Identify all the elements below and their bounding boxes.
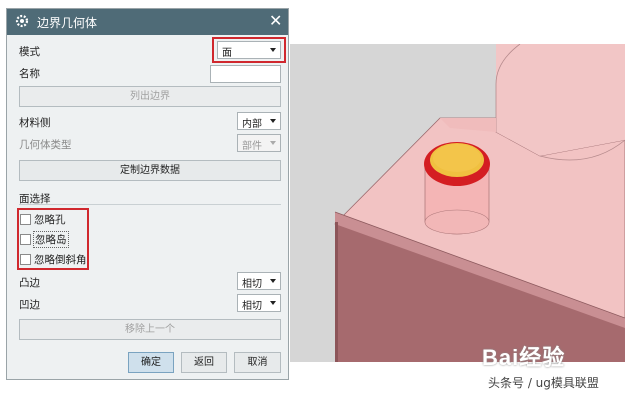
close-icon[interactable]: ✕: [269, 11, 282, 30]
geometry-type-label: 几何体类型: [19, 139, 72, 151]
dialog-titlebar[interactable]: 边界几何体 ✕: [7, 9, 288, 35]
mode-highlight: [212, 37, 286, 63]
gear-icon: [15, 14, 29, 28]
material-side-label: 材料侧: [19, 117, 51, 129]
chevron-down-icon: [270, 119, 276, 123]
convex-edge-value: 相切: [242, 279, 262, 290]
mode-label: 模式: [19, 46, 40, 58]
concave-edge-label: 凹边: [19, 299, 40, 311]
material-side-select[interactable]: 内部: [237, 112, 281, 130]
remove-last-button[interactable]: 移除上一个: [19, 319, 281, 340]
geometry-type-value: 部件: [242, 141, 262, 152]
boundary-geometry-dialog: 边界几何体 ✕ 模式 面 名称 列出边界 材料侧 内部 几何体类型 部件 定制边…: [6, 8, 289, 380]
back-button[interactable]: 返回: [181, 352, 227, 373]
convex-edge-select[interactable]: 相切: [237, 272, 281, 290]
name-label: 名称: [19, 68, 40, 80]
section-divider: [19, 204, 281, 205]
material-side-value: 内部: [242, 119, 262, 130]
chevron-down-icon: [270, 279, 276, 283]
name-field[interactable]: [210, 65, 281, 83]
part-model: [290, 44, 625, 362]
list-boundary-button[interactable]: 列出边界: [19, 86, 281, 107]
watermark-logo: Bai经验: [482, 345, 566, 370]
concave-edge-value: 相切: [242, 301, 262, 312]
graphics-viewport[interactable]: [290, 44, 625, 362]
chevron-down-icon: [270, 301, 276, 305]
dialog-title: 边界几何体: [37, 16, 98, 30]
face-options-highlight: [17, 208, 89, 270]
chevron-down-icon: [270, 141, 276, 145]
ok-button[interactable]: 确定: [128, 352, 174, 373]
cancel-button[interactable]: 取消: [234, 352, 281, 373]
watermark-subtitle: 头条号 / ug模具联盟: [488, 376, 599, 390]
convex-edge-label: 凸边: [19, 277, 40, 289]
concave-edge-select[interactable]: 相切: [237, 294, 281, 312]
geometry-type-select[interactable]: 部件: [237, 134, 281, 152]
watermark: Bai经验 头条号 / ug模具联盟: [474, 330, 634, 398]
custom-boundary-data-button[interactable]: 定制边界数据: [19, 160, 281, 181]
